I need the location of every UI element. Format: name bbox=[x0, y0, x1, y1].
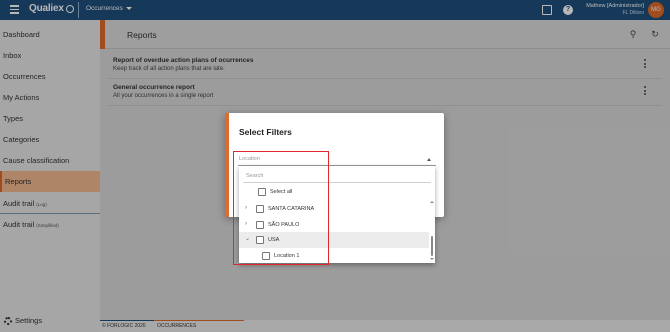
scrollbar[interactable] bbox=[430, 200, 434, 262]
scroll-down-icon[interactable] bbox=[430, 258, 434, 260]
dialog-accent bbox=[225, 113, 229, 217]
scrollbar-thumb[interactable] bbox=[431, 236, 433, 256]
dialog-title: Select Filters bbox=[239, 127, 292, 137]
chevron-up-icon[interactable] bbox=[427, 158, 431, 161]
scroll-up-icon[interactable] bbox=[430, 201, 434, 203]
highlight-annotation bbox=[233, 151, 329, 265]
